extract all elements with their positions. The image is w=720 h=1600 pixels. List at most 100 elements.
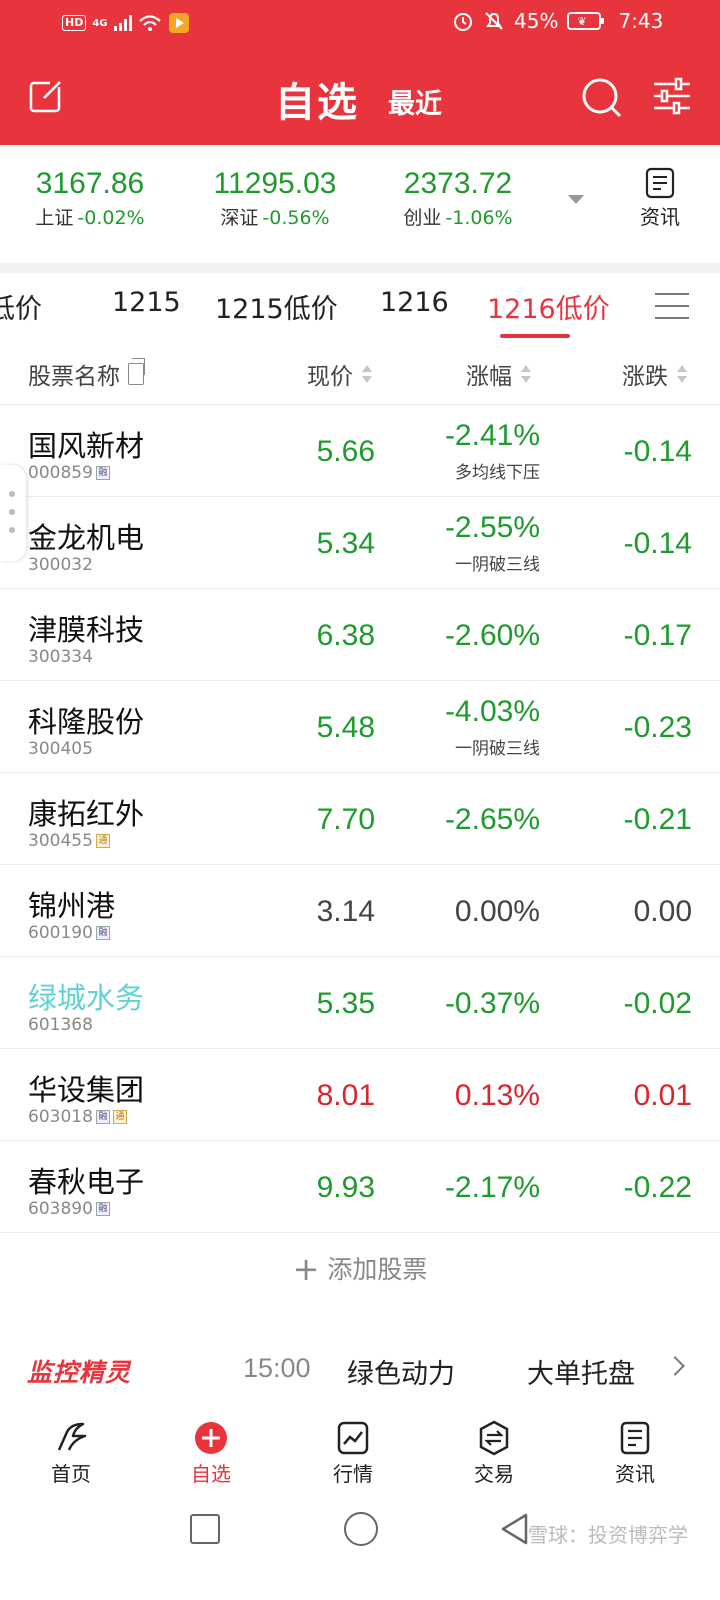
- battery-percent: 45%: [514, 9, 559, 33]
- search-icon[interactable]: [580, 76, 622, 118]
- stock-pct-change: -2.41%: [444, 419, 540, 452]
- stock-price: 5.35: [316, 987, 375, 1020]
- tab-1216[interactable]: 1216: [380, 287, 449, 318]
- column-header-price[interactable]: 现价: [307, 357, 373, 391]
- stock-row[interactable]: 绿城水务 601368 5.35 -0.37% -0.02: [0, 957, 720, 1049]
- stock-pct-change: 0.00%: [454, 895, 540, 928]
- stock-code-line: 603890 融: [28, 1199, 110, 1219]
- tab-low-price[interactable]: 低价: [0, 287, 42, 326]
- tabbar-label: 资讯: [615, 1462, 655, 1486]
- sort-icon: [361, 363, 373, 385]
- stock-row[interactable]: 华设集团 603018 融通 8.01 0.13% 0.01: [0, 1049, 720, 1141]
- index-chinext[interactable]: 2373.72 创业 -1.06%: [393, 167, 523, 230]
- active-tab-indicator: [500, 334, 570, 338]
- stock-change: 0.00: [633, 895, 692, 928]
- tab-1216-low-price[interactable]: 1216低价: [487, 287, 610, 326]
- tab-1215-low-price[interactable]: 1215低价: [215, 287, 338, 326]
- chevron-right-icon[interactable]: [665, 1356, 685, 1376]
- index-change: -0.56%: [262, 207, 330, 229]
- news-icon: [645, 167, 675, 199]
- stock-code-line: 300455 通: [28, 831, 110, 851]
- ticker-time: 15:00: [243, 1353, 311, 1383]
- copy-icon[interactable]: [128, 358, 145, 385]
- stock-code-line: 601368: [28, 1015, 93, 1035]
- expand-indices-arrow-icon[interactable]: [568, 195, 584, 204]
- stock-pct-change: -4.03%: [444, 695, 540, 728]
- stock-pct-change: 0.13%: [454, 1079, 540, 1112]
- recents-icon[interactable]: [190, 1514, 220, 1544]
- column-header-change-label: 涨跌: [622, 364, 668, 390]
- stock-code-line: 300032: [28, 555, 93, 575]
- stock-change: -0.02: [623, 987, 692, 1020]
- tabbar-watchlist[interactable]: 自选: [166, 1420, 256, 1487]
- navigation-bar: 自选 最近: [0, 60, 720, 135]
- recent-tab[interactable]: 最近: [388, 82, 442, 121]
- stock-row[interactable]: 康拓红外 300455 通 7.70 -2.65% -0.21: [0, 773, 720, 865]
- stock-code: 300405: [28, 739, 93, 759]
- hd-badge: HD: [62, 15, 87, 31]
- filter-settings-icon[interactable]: [652, 76, 692, 116]
- side-drawer-handle[interactable]: [0, 465, 26, 561]
- stock-row[interactable]: 国风新材 000859 融 5.66 -2.41% 多均线下压 -0.14: [0, 405, 720, 497]
- stock-code: 603890: [28, 1199, 93, 1219]
- stock-name: 津膜科技: [28, 613, 145, 647]
- tab-1215[interactable]: 1215: [112, 287, 181, 318]
- stock-badge: 融: [95, 1110, 110, 1124]
- stock-code: 300334: [28, 647, 93, 667]
- tabbar-home[interactable]: 首页: [26, 1420, 116, 1487]
- stock-signal-tip: 一阴破三线: [455, 555, 540, 575]
- stock-row[interactable]: 春秋电子 603890 融 9.93 -2.17% -0.22: [0, 1141, 720, 1233]
- stock-price: 7.70: [316, 803, 375, 836]
- home-circle-icon[interactable]: [344, 1512, 378, 1546]
- clock-time: 7:43: [618, 9, 664, 33]
- stock-pct-change: -0.37%: [444, 987, 540, 1020]
- bottom-tab-bar: 首页 自选 行情 交易 资讯: [0, 1410, 720, 1500]
- tabbar-trade[interactable]: 交易: [449, 1420, 539, 1487]
- stock-row[interactable]: 锦州港 600190 融 3.14 0.00% 0.00: [0, 865, 720, 957]
- stock-name: 康拓红外: [28, 797, 145, 831]
- status-left: HD 4G: [62, 12, 190, 34]
- tabbar-label: 自选: [191, 1462, 231, 1486]
- tabbar-news[interactable]: 资讯: [590, 1420, 680, 1487]
- sort-icon: [520, 363, 532, 385]
- index-name: 上证: [35, 207, 74, 229]
- stock-code: 603018: [28, 1107, 93, 1127]
- chart-icon: [337, 1421, 369, 1455]
- page-title[interactable]: 自选: [275, 70, 359, 128]
- plus-icon: +: [292, 1250, 320, 1288]
- stock-price: 5.48: [316, 711, 375, 744]
- tabbar-label: 首页: [51, 1462, 91, 1486]
- top-bar: HD 4G 45% ❦ 7:43 自选 最近: [0, 0, 720, 145]
- stock-price: 5.34: [316, 527, 375, 560]
- stock-badge: 融: [95, 466, 110, 480]
- column-header-name-label: 股票名称: [28, 364, 120, 390]
- stock-signal-tip: 多均线下压: [455, 463, 540, 483]
- stock-row[interactable]: 津膜科技 300334 6.38 -2.60% -0.17: [0, 589, 720, 681]
- column-header-change[interactable]: 涨跌: [622, 357, 688, 391]
- stock-change: -0.21: [623, 803, 692, 836]
- stock-code: 300032: [28, 555, 93, 575]
- stock-row[interactable]: 科隆股份 300405 5.48 -4.03% 一阴破三线 -0.23: [0, 681, 720, 773]
- add-stock-button[interactable]: + 添加股票: [0, 1250, 720, 1300]
- menu-icon[interactable]: [655, 293, 689, 323]
- column-header-name[interactable]: 股票名称: [28, 357, 145, 391]
- monitor-ticker[interactable]: 监控精灵 15:00 绿色动力 大单托盘: [0, 1343, 720, 1399]
- market-indices: 3167.86 上证 -0.02% 11295.03 深证 -0.56% 2373.…: [0, 145, 720, 263]
- stock-code: 000859: [28, 463, 93, 483]
- stock-code-line: 300405: [28, 739, 93, 759]
- index-shanghai[interactable]: 3167.86 上证 -0.02%: [30, 167, 150, 230]
- status-right: 45% ❦ 7:43: [452, 9, 663, 33]
- stock-row[interactable]: 金龙机电 300032 5.34 -2.55% 一阴破三线 -0.14: [0, 497, 720, 589]
- stock-badge: 融: [95, 926, 110, 940]
- index-change: -1.06%: [445, 207, 513, 229]
- index-label: 深证 -0.56%: [205, 203, 345, 230]
- news-button[interactable]: 资讯: [632, 167, 688, 230]
- tabbar-market[interactable]: 行情: [308, 1420, 398, 1487]
- edit-icon[interactable]: [28, 78, 64, 114]
- column-header-pct[interactable]: 涨幅: [466, 357, 532, 391]
- stock-code-line: 300334: [28, 647, 93, 667]
- signal-icon: [113, 15, 132, 31]
- column-headers: 股票名称 现价 涨幅 涨跌: [0, 341, 720, 405]
- index-shenzhen[interactable]: 11295.03 深证 -0.56%: [205, 167, 345, 230]
- back-icon[interactable]: [498, 1512, 532, 1546]
